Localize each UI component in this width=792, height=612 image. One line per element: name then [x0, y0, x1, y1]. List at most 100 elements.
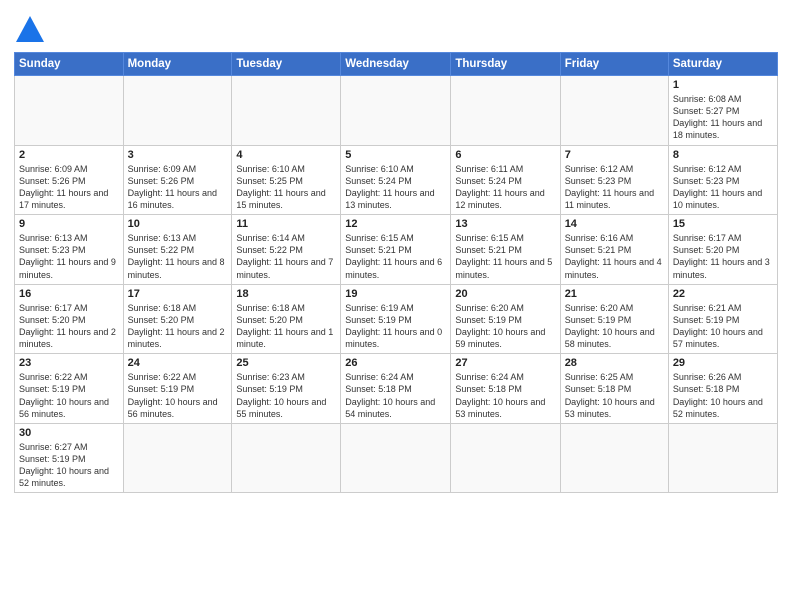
- day-number: 29: [673, 357, 773, 369]
- calendar-cell: [15, 76, 124, 146]
- weekday-sunday: Sunday: [15, 53, 124, 76]
- calendar-cell: [668, 423, 777, 493]
- calendar-cell: 15 Sunrise: 6:17 AM Sunset: 5:20 PM Dayli…: [668, 215, 777, 285]
- calendar-cell: 22Sunrise: 6:21 AM Sunset: 5:19 PM Dayli…: [668, 284, 777, 354]
- calendar-cell: [560, 76, 668, 146]
- weekday-tuesday: Tuesday: [232, 53, 341, 76]
- calendar-cell: 16 Sunrise: 6:17 AM Sunset: 5:20 PM Dayli…: [15, 284, 124, 354]
- calendar-cell: 11 Sunrise: 6:14 AM Sunset: 5:22 PM Dayli…: [232, 215, 341, 285]
- weekday-wednesday: Wednesday: [341, 53, 451, 76]
- calendar-cell: 14 Sunrise: 6:16 AM Sunset: 5:21 PM Dayli…: [560, 215, 668, 285]
- day-info: Sunrise: 6:14 AM Sunset: 5:22 PM Dayligh…: [236, 232, 336, 281]
- day-info: Sunrise: 6:12 AM Sunset: 5:23 PM Dayligh…: [673, 163, 773, 212]
- day-number: 11: [236, 218, 336, 230]
- calendar-cell: 12Sunrise: 6:15 AM Sunset: 5:21 PM Dayli…: [341, 215, 451, 285]
- day-number: 2: [19, 149, 119, 161]
- calendar-cell: [232, 423, 341, 493]
- calendar-cell: 8 Sunrise: 6:12 AM Sunset: 5:23 PM Daylig…: [668, 145, 777, 215]
- day-number: 17: [128, 288, 228, 300]
- day-info: Sunrise: 6:22 AM Sunset: 5:19 PM Dayligh…: [128, 371, 228, 420]
- calendar-cell: [560, 423, 668, 493]
- calendar-cell: 21 Sunrise: 6:20 AM Sunset: 5:19 PM Dayli…: [560, 284, 668, 354]
- day-info: Sunrise: 6:19 AM Sunset: 5:19 PM Dayligh…: [345, 302, 446, 351]
- day-number: 4: [236, 149, 336, 161]
- day-number: 14: [565, 218, 664, 230]
- day-info: Sunrise: 6:16 AM Sunset: 5:21 PM Dayligh…: [565, 232, 664, 281]
- day-info: Sunrise: 6:18 AM Sunset: 5:20 PM Dayligh…: [236, 302, 336, 351]
- calendar-cell: 6 Sunrise: 6:11 AM Sunset: 5:24 PM Daylig…: [451, 145, 560, 215]
- day-info: Sunrise: 6:13 AM Sunset: 5:23 PM Dayligh…: [19, 232, 119, 281]
- calendar-table: SundayMondayTuesdayWednesdayThursdayFrid…: [14, 52, 778, 493]
- day-info: Sunrise: 6:20 AM Sunset: 5:19 PM Dayligh…: [565, 302, 664, 351]
- calendar-cell: 28 Sunrise: 6:25 AM Sunset: 5:18 PM Dayli…: [560, 354, 668, 424]
- day-number: 22: [673, 288, 773, 300]
- day-number: 28: [565, 357, 664, 369]
- calendar-cell: 1 Sunrise: 6:08 AM Sunset: 5:27 PM Daylig…: [668, 76, 777, 146]
- day-info: Sunrise: 6:24 AM Sunset: 5:18 PM Dayligh…: [455, 371, 555, 420]
- day-info: Sunrise: 6:25 AM Sunset: 5:18 PM Dayligh…: [565, 371, 664, 420]
- day-number: 23: [19, 357, 119, 369]
- day-info: Sunrise: 6:13 AM Sunset: 5:22 PM Dayligh…: [128, 232, 228, 281]
- day-number: 7: [565, 149, 664, 161]
- weekday-monday: Monday: [123, 53, 232, 76]
- day-info: Sunrise: 6:27 AM Sunset: 5:19 PM Dayligh…: [19, 441, 119, 490]
- calendar-cell: 23 Sunrise: 6:22 AM Sunset: 5:19 PM Dayli…: [15, 354, 124, 424]
- weekday-thursday: Thursday: [451, 53, 560, 76]
- calendar-cell: [451, 423, 560, 493]
- day-number: 15: [673, 218, 773, 230]
- day-number: 26: [345, 357, 446, 369]
- day-number: 16: [19, 288, 119, 300]
- calendar-cell: 20 Sunrise: 6:20 AM Sunset: 5:19 PM Dayli…: [451, 284, 560, 354]
- calendar-cell: [123, 76, 232, 146]
- day-info: Sunrise: 6:18 AM Sunset: 5:20 PM Dayligh…: [128, 302, 228, 351]
- calendar-cell: [123, 423, 232, 493]
- weekday-friday: Friday: [560, 53, 668, 76]
- day-info: Sunrise: 6:26 AM Sunset: 5:18 PM Dayligh…: [673, 371, 773, 420]
- calendar-cell: 13Sunrise: 6:15 AM Sunset: 5:21 PM Dayli…: [451, 215, 560, 285]
- logo-svg: [14, 14, 46, 46]
- day-info: Sunrise: 6:17 AM Sunset: 5:20 PM Dayligh…: [673, 232, 773, 281]
- calendar-week-3: 16 Sunrise: 6:17 AM Sunset: 5:20 PM Dayli…: [15, 284, 778, 354]
- day-number: 18: [236, 288, 336, 300]
- weekday-saturday: Saturday: [668, 53, 777, 76]
- calendar-week-4: 23 Sunrise: 6:22 AM Sunset: 5:19 PM Dayli…: [15, 354, 778, 424]
- day-info: Sunrise: 6:17 AM Sunset: 5:20 PM Dayligh…: [19, 302, 119, 351]
- day-info: Sunrise: 6:11 AM Sunset: 5:24 PM Dayligh…: [455, 163, 555, 212]
- calendar-week-2: 9 Sunrise: 6:13 AM Sunset: 5:23 PM Daylig…: [15, 215, 778, 285]
- page: SundayMondayTuesdayWednesdayThursdayFrid…: [0, 0, 792, 612]
- header: [14, 10, 778, 46]
- day-info: Sunrise: 6:08 AM Sunset: 5:27 PM Dayligh…: [673, 93, 773, 142]
- calendar-cell: 9 Sunrise: 6:13 AM Sunset: 5:23 PM Daylig…: [15, 215, 124, 285]
- day-number: 5: [345, 149, 446, 161]
- day-info: Sunrise: 6:24 AM Sunset: 5:18 PM Dayligh…: [345, 371, 446, 420]
- day-number: 1: [673, 79, 773, 91]
- day-number: 27: [455, 357, 555, 369]
- day-number: 9: [19, 218, 119, 230]
- calendar-cell: 17 Sunrise: 6:18 AM Sunset: 5:20 PM Dayli…: [123, 284, 232, 354]
- calendar-cell: 30Sunrise: 6:27 AM Sunset: 5:19 PM Dayli…: [15, 423, 124, 493]
- day-info: Sunrise: 6:23 AM Sunset: 5:19 PM Dayligh…: [236, 371, 336, 420]
- calendar-cell: 19Sunrise: 6:19 AM Sunset: 5:19 PM Dayli…: [341, 284, 451, 354]
- day-number: 21: [565, 288, 664, 300]
- day-info: Sunrise: 6:09 AM Sunset: 5:26 PM Dayligh…: [128, 163, 228, 212]
- calendar-cell: 26 Sunrise: 6:24 AM Sunset: 5:18 PM Dayli…: [341, 354, 451, 424]
- calendar-cell: 18 Sunrise: 6:18 AM Sunset: 5:20 PM Dayli…: [232, 284, 341, 354]
- day-number: 6: [455, 149, 555, 161]
- calendar-cell: 24Sunrise: 6:22 AM Sunset: 5:19 PM Dayli…: [123, 354, 232, 424]
- calendar-cell: 3Sunrise: 6:09 AM Sunset: 5:26 PM Daylig…: [123, 145, 232, 215]
- day-info: Sunrise: 6:22 AM Sunset: 5:19 PM Dayligh…: [19, 371, 119, 420]
- calendar-cell: 25 Sunrise: 6:23 AM Sunset: 5:19 PM Dayli…: [232, 354, 341, 424]
- day-number: 25: [236, 357, 336, 369]
- logo-icon: [14, 14, 46, 46]
- logo: [14, 14, 50, 46]
- day-info: Sunrise: 6:20 AM Sunset: 5:19 PM Dayligh…: [455, 302, 555, 351]
- calendar-cell: 4 Sunrise: 6:10 AM Sunset: 5:25 PM Daylig…: [232, 145, 341, 215]
- calendar-week-1: 2 Sunrise: 6:09 AM Sunset: 5:26 PM Daylig…: [15, 145, 778, 215]
- day-number: 20: [455, 288, 555, 300]
- day-number: 8: [673, 149, 773, 161]
- calendar-week-0: 1 Sunrise: 6:08 AM Sunset: 5:27 PM Daylig…: [15, 76, 778, 146]
- calendar-cell: [341, 423, 451, 493]
- calendar-cell: 29 Sunrise: 6:26 AM Sunset: 5:18 PM Dayli…: [668, 354, 777, 424]
- calendar-week-5: 30Sunrise: 6:27 AM Sunset: 5:19 PM Dayli…: [15, 423, 778, 493]
- day-info: Sunrise: 6:10 AM Sunset: 5:25 PM Dayligh…: [236, 163, 336, 212]
